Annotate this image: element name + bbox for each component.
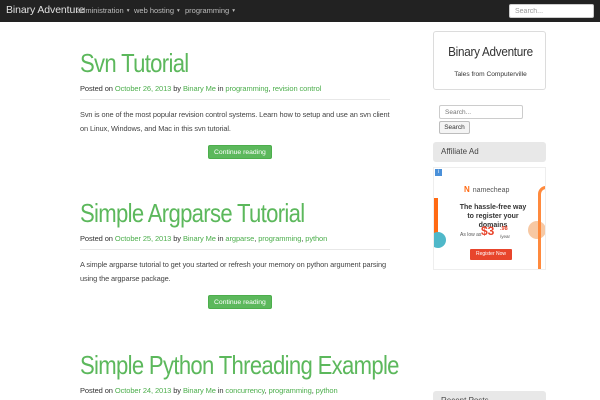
by-label: by [173, 386, 181, 395]
post-excerpt: Svn is one of the most popular revision … [80, 110, 390, 133]
post-excerpt: A simple argparse tutorial to get you st… [80, 260, 386, 283]
navbar-search-input[interactable] [509, 4, 594, 18]
author-link[interactable]: Binary Me [183, 234, 216, 243]
chevron-down-icon: ▾ [177, 8, 180, 14]
affiliate-ad-heading: Affiliate Ad [433, 142, 546, 162]
namecheap-ad-banner[interactable]: i Nnamecheap The hassle-free way to regi… [433, 167, 546, 270]
ad-as-low-as: As low as [460, 232, 482, 238]
nav-item-administration[interactable]: administration ▾ [77, 6, 129, 15]
recent-posts-heading: Recent Posts [433, 391, 546, 400]
divider [80, 99, 390, 100]
namecheap-logo: Nnamecheap [464, 185, 509, 194]
ad-per-year: /year [500, 234, 511, 239]
category-link[interactable]: programming [258, 234, 301, 243]
category-link[interactable]: argparse [225, 234, 254, 243]
post-title[interactable]: Simple Argparse Tutorial [80, 198, 344, 228]
ad-register-now-button[interactable]: Register Now [470, 249, 512, 260]
post-date-link[interactable]: October 24, 2013 [115, 386, 171, 395]
posted-on-label: Posted on [80, 386, 113, 395]
nav-item-programming[interactable]: programming ▾ [185, 6, 235, 15]
chevron-down-icon: ▾ [126, 8, 130, 14]
post-svn-tutorial: Svn Tutorial Posted on October 26, 2013 … [80, 48, 390, 136]
sidebar-search-button[interactable]: Search [439, 121, 470, 134]
nav-item-label: administration [77, 6, 124, 15]
sidebar-tagline: Tales from Computerville [454, 71, 527, 78]
sidebar-search-input[interactable] [439, 105, 523, 119]
nav-item-label: programming [185, 6, 230, 15]
author-link[interactable]: Binary Me [183, 386, 216, 395]
post-title[interactable]: Svn Tutorial [80, 48, 344, 78]
posted-on-label: Posted on [80, 234, 113, 243]
post-title[interactable]: Simple Python Threading Example [80, 350, 399, 380]
chevron-down-icon: ▾ [232, 8, 235, 14]
post-argparse-tutorial: Simple Argparse Tutorial Posted on Octob… [80, 198, 390, 286]
by-label: by [173, 234, 181, 243]
post-date-link[interactable]: October 25, 2013 [115, 234, 171, 243]
post-meta: Posted on October 24, 2013 by Binary Me … [80, 386, 338, 395]
continue-reading-button[interactable]: Continue reading [208, 145, 272, 159]
post-meta: Posted on October 26, 2013 by Binary Me … [80, 84, 322, 93]
posted-on-label: Posted on [80, 84, 113, 93]
divider [80, 249, 390, 250]
nav-item-label: web hosting [134, 6, 175, 15]
in-label: in [217, 84, 224, 93]
in-label: in [217, 386, 224, 395]
category-link[interactable]: python [305, 234, 327, 243]
nav-item-web-hosting[interactable]: web hosting ▾ [134, 6, 180, 15]
post-python-threading: Simple Python Threading Example Posted o… [80, 350, 399, 395]
sidebar-site-title[interactable]: Binary Adventure [440, 44, 542, 59]
namecheap-logo-icon: N [464, 185, 470, 194]
ad-info-icon[interactable]: i [435, 169, 442, 176]
category-link[interactable]: python [316, 386, 338, 395]
ad-decoration [538, 186, 545, 269]
site-title-widget: Binary Adventure Tales from Computervill… [433, 31, 546, 90]
person-icon [434, 232, 446, 248]
category-link[interactable]: programming [225, 84, 268, 93]
in-label: in [217, 234, 224, 243]
ad-price: $3 [481, 224, 495, 238]
continue-reading-button[interactable]: Continue reading [208, 295, 272, 309]
ad-brand-text: namecheap [472, 187, 510, 194]
ad-price-cents: .98 [500, 226, 508, 232]
navbar-brand[interactable]: Binary Adventure [6, 4, 84, 16]
by-label: by [173, 84, 181, 93]
category-link[interactable]: concurrency [225, 386, 264, 395]
category-link[interactable]: programming [269, 386, 312, 395]
category-link[interactable]: revision control [272, 84, 321, 93]
top-navbar: Binary Adventure administration ▾ web hos… [0, 0, 600, 22]
author-link[interactable]: Binary Me [183, 84, 216, 93]
post-meta: Posted on October 25, 2013 by Binary Me … [80, 234, 328, 243]
post-date-link[interactable]: October 26, 2013 [115, 84, 171, 93]
